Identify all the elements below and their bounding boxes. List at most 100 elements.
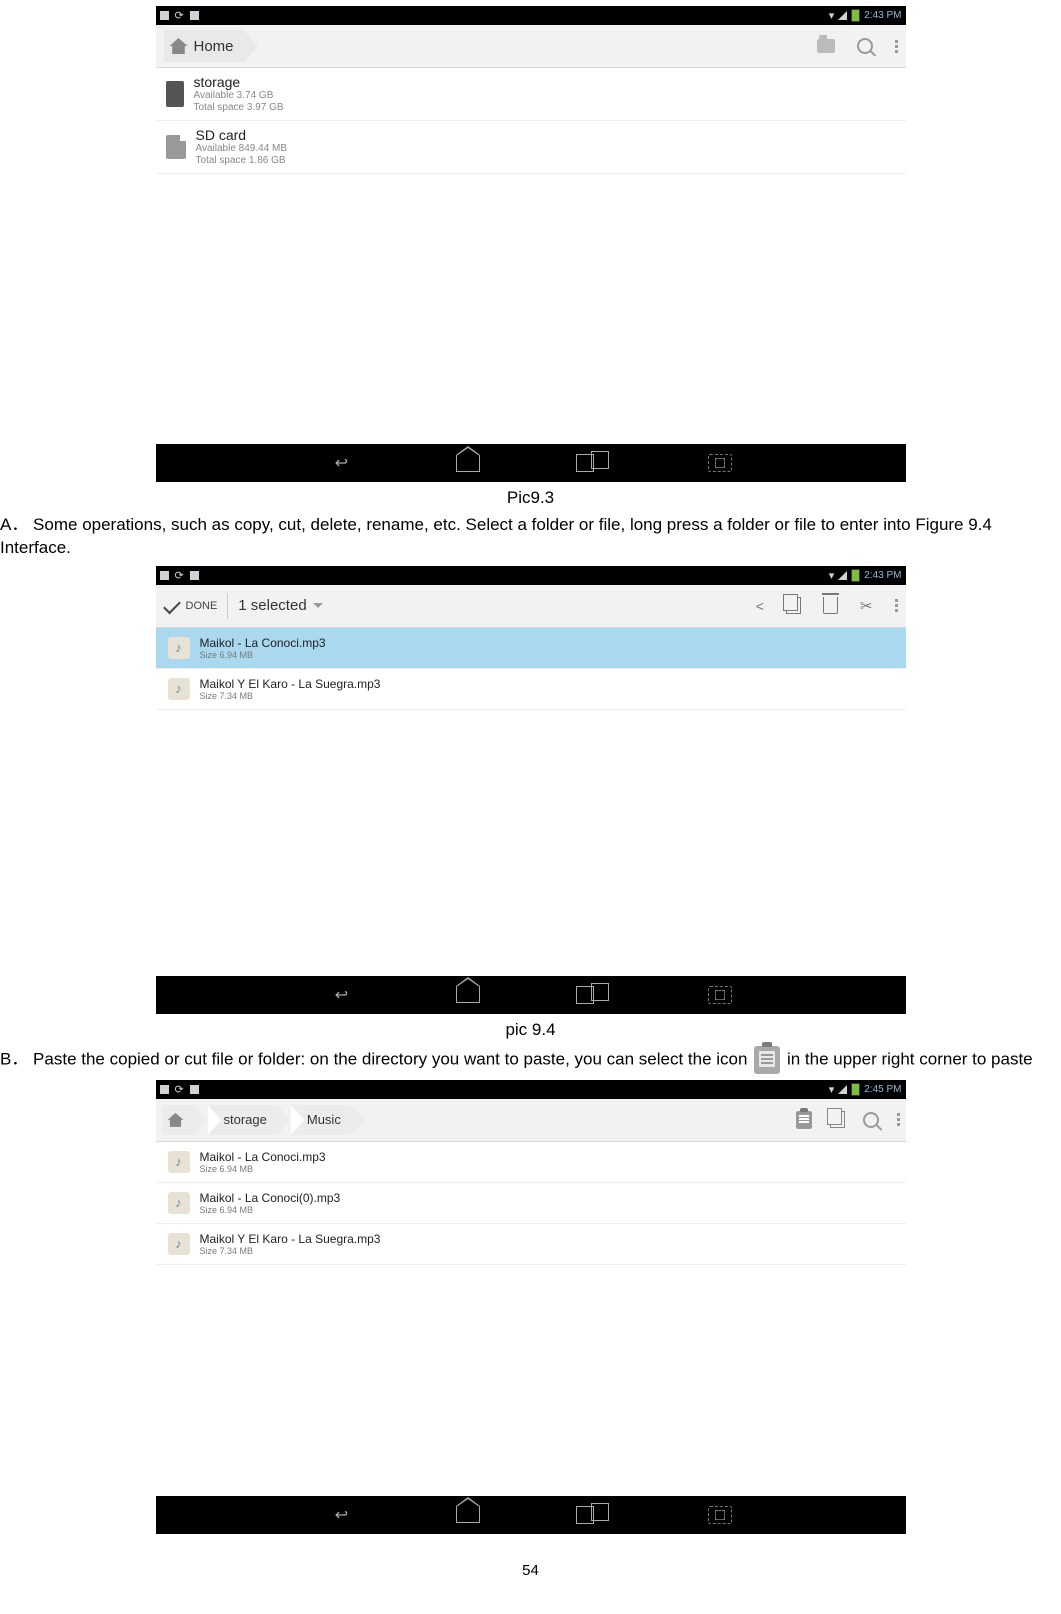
sync-icon: ⟳ [175,569,184,582]
music-file-icon [168,1151,190,1173]
nav-back-button[interactable] [324,453,360,473]
file-size: Size 6.94 MB [200,650,326,660]
music-file-icon [168,1192,190,1214]
cut-icon[interactable]: ✂ [860,597,873,615]
status-time: 2:43 PM [864,10,901,21]
status-icon [190,1085,199,1094]
file-name: Maikol - La Conoci.mp3 [200,636,326,650]
file-size: Size 6.94 MB [200,1164,326,1174]
storage-item-internal[interactable]: storage Available 3.74 GB Total space 3.… [156,68,906,121]
nav-recents-button[interactable] [576,985,612,1005]
signal-icon [838,571,847,580]
breadcrumb-label: storage [224,1112,267,1127]
search-icon[interactable] [863,1112,879,1128]
android-nav-bar [156,976,906,1014]
page-number: 54 [0,1562,1061,1579]
android-nav-bar [156,1496,906,1534]
nav-home-button[interactable] [450,1505,486,1525]
screenshot-paste-view: ⟳ ▾ 2:45 PM storage Music [156,1080,906,1534]
breadcrumb-home[interactable]: Home [164,30,244,62]
storage-available: Available 3.74 GB [194,90,284,102]
clipboard-paste-icon [754,1046,780,1074]
file-size: Size 6.94 MB [200,1205,341,1215]
wifi-icon: ▾ [829,569,835,582]
paragraph-b: B． Paste the copied or cut file or folde… [0,1046,1061,1074]
nav-screenshot-button[interactable] [702,1505,738,1525]
nav-back-button[interactable] [324,985,360,1005]
sdcard-icon [166,135,186,159]
copy-icon[interactable] [786,597,801,614]
status-time: 2:43 PM [864,570,901,581]
music-file-icon [168,1233,190,1255]
music-file-icon [168,678,190,700]
nav-home-button[interactable] [450,985,486,1005]
paragraph-b-pre: B． Paste the copied or cut file or folde… [0,1049,752,1068]
nav-back-button[interactable] [324,1505,360,1525]
status-icon [160,11,169,20]
status-icon [190,11,199,20]
new-folder-icon[interactable] [830,1111,845,1128]
selection-count-dropdown[interactable]: 1 selected [238,597,322,614]
breadcrumb: storage Music [162,1105,365,1135]
storage-name: SD card [196,127,288,143]
done-button[interactable]: DONE [164,600,218,612]
delete-icon[interactable] [823,597,838,614]
status-icon [190,571,199,580]
nav-home-button[interactable] [450,453,486,473]
sync-icon: ⟳ [175,9,184,22]
sync-icon: ⟳ [175,1083,184,1096]
done-label: DONE [186,600,218,612]
music-file-icon [168,637,190,659]
nav-screenshot-button[interactable] [702,453,738,473]
status-icon [160,1085,169,1094]
file-row[interactable]: Maikol Y El Karo - La Suegra.mp3 Size 7.… [156,1224,906,1265]
signal-icon [838,11,847,20]
nav-recents-button[interactable] [576,1505,612,1525]
overflow-menu-icon[interactable] [895,40,898,53]
paragraph-a: A． Some operations, such as copy, cut, d… [0,514,1061,560]
home-icon [170,38,188,54]
status-time: 2:45 PM [864,1084,901,1095]
file-name: Maikol - La Conoci(0).mp3 [200,1191,341,1205]
file-row[interactable]: Maikol Y El Karo - La Suegra.mp3 Size 7.… [156,669,906,710]
battery-icon [851,569,860,582]
nav-recents-button[interactable] [576,453,612,473]
document-page: ⟳ ▾ 2:43 PM Home stor [0,6,1061,1609]
nav-screenshot-button[interactable] [702,985,738,1005]
file-name: Maikol - La Conoci.mp3 [200,1150,326,1164]
app-header: storage Music [156,1099,906,1142]
file-name: Maikol Y El Karo - La Suegra.mp3 [200,677,381,691]
file-size: Size 7.34 MB [200,1246,381,1256]
overflow-menu-icon[interactable] [897,1113,900,1126]
storage-total: Total space 1.86 GB [196,155,288,167]
dropdown-triangle-icon [313,603,323,608]
signal-icon [838,1085,847,1094]
file-name: Maikol Y El Karo - La Suegra.mp3 [200,1232,381,1246]
breadcrumb-music[interactable]: Music [291,1105,351,1135]
storage-total: Total space 3.97 GB [194,102,284,114]
status-icon [160,571,169,580]
share-icon[interactable]: < [756,598,764,614]
separator [227,593,228,619]
file-row[interactable]: Maikol - La Conoci.mp3 Size 6.94 MB [156,1142,906,1183]
overflow-menu-icon[interactable] [895,599,898,612]
search-icon[interactable] [857,38,873,54]
home-icon [168,1113,184,1127]
android-status-bar: ⟳ ▾ 2:43 PM [156,6,906,25]
file-row-selected[interactable]: Maikol - La Conoci.mp3 Size 6.94 MB [156,628,906,669]
selection-count-label: 1 selected [238,597,306,614]
selection-action-bar: DONE 1 selected < ✂ [156,585,906,628]
figure-caption: Pic9.3 [0,488,1061,508]
wifi-icon: ▾ [829,9,835,22]
new-folder-icon[interactable] [817,39,835,53]
android-status-bar: ⟳ ▾ 2:43 PM [156,566,906,585]
file-row[interactable]: Maikol - La Conoci(0).mp3 Size 6.94 MB [156,1183,906,1224]
figure-caption: pic 9.4 [0,1020,1061,1040]
storage-item-sdcard[interactable]: SD card Available 849.44 MB Total space … [156,121,906,174]
paste-icon[interactable] [796,1111,812,1129]
breadcrumb-home[interactable] [162,1105,194,1135]
battery-icon [851,1083,860,1096]
breadcrumb-storage[interactable]: storage [208,1105,277,1135]
battery-icon [851,9,860,22]
app-header: Home [156,25,906,68]
